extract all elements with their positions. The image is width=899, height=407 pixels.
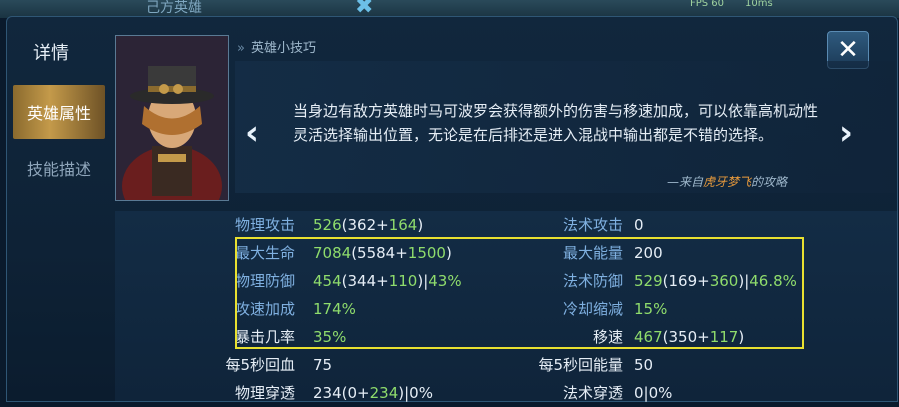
tip-credit-author[interactable]: 虎牙梦飞 [703, 175, 751, 189]
right-stat-label: 每5秒回能量 [538, 356, 623, 374]
right-stat-label: 法术攻击 [562, 216, 623, 234]
previous-tip-button[interactable]: ‹ [245, 113, 259, 153]
left-stat-label: 每5秒回血 [225, 356, 295, 374]
hero-portrait-art [116, 36, 228, 200]
tip-credit: —来自虎牙梦飞的攻略 [667, 173, 787, 190]
left-stat-close: )| [398, 384, 410, 402]
left-stat-value: 234(0+234)|0% [313, 379, 433, 407]
tip-credit-suffix: 的攻略 [751, 175, 788, 189]
chevron-right-icon: » [237, 41, 245, 56]
stat-row: 物理穿透 234(0+234)|0% 法术穿透 0|0% [7, 379, 897, 407]
stat-row: 每5秒回血 75 每5秒回能量 50 [7, 351, 897, 379]
left-stat-bonus: 234 [369, 384, 399, 402]
left-stat-open: (0+ [341, 384, 370, 402]
tip-credit-prefix: —来自 [667, 175, 704, 189]
highlight-box [235, 237, 804, 349]
right-stat-main: 0 [634, 216, 644, 234]
tip-text: 当身边有敌方英雄时马可波罗会获得额外的伤害与移速加成，可以依靠高机动性灵活选择输… [293, 102, 819, 144]
right-stat-value: 50 [634, 351, 653, 379]
left-stat-open: (362+ [341, 216, 389, 234]
chevron-right-icon: › [839, 113, 854, 153]
hero-detail-panel: ✕ 详情 英雄属性 技能描述 » 英雄小技巧 ‹ › 当身边有敌方英雄时马可波罗会… [6, 16, 898, 402]
left-stat-main: 75 [313, 356, 333, 374]
hero-portrait [115, 35, 229, 201]
chevron-left-icon: ‹ [245, 113, 260, 153]
left-stat-label: 物理穿透 [234, 384, 295, 402]
left-stat-close: ) [417, 216, 424, 234]
right-stat-value: 0 [634, 211, 644, 239]
right-stat-main: 50 [634, 356, 654, 374]
right-stat-main: 0 [634, 384, 644, 402]
left-stat-main: 234 [313, 384, 342, 402]
ping-readout: 10ms [745, 0, 773, 9]
stat-row: 物理攻击 526(362+164) 法术攻击 0 [7, 211, 897, 239]
next-tip-button[interactable]: › [839, 113, 853, 153]
tab-hero-attributes[interactable]: 英雄属性 [13, 85, 105, 139]
tab-skill-description[interactable]: 技能描述 [13, 141, 105, 195]
sidebar-title: 详情 [33, 43, 69, 64]
right-stat-label: 法术穿透 [562, 384, 623, 402]
own-hero-label: 己方英雄 [146, 0, 202, 16]
left-stat-extra: 0% [409, 384, 433, 402]
right-stat-extra: 0% [648, 384, 673, 402]
left-stat-value: 75 [313, 351, 332, 379]
left-stat-label: 物理攻击 [234, 216, 295, 234]
left-stat-main: 526 [313, 216, 342, 234]
left-stat-value: 526(362+164) [313, 211, 423, 239]
tips-header: » 英雄小技巧 [237, 37, 316, 56]
tips-header-label: 英雄小技巧 [250, 41, 316, 56]
fps-readout: FPS 60 [690, 0, 725, 9]
right-stat-value: 0|0% [634, 379, 672, 407]
left-stat-bonus: 164 [388, 216, 418, 234]
